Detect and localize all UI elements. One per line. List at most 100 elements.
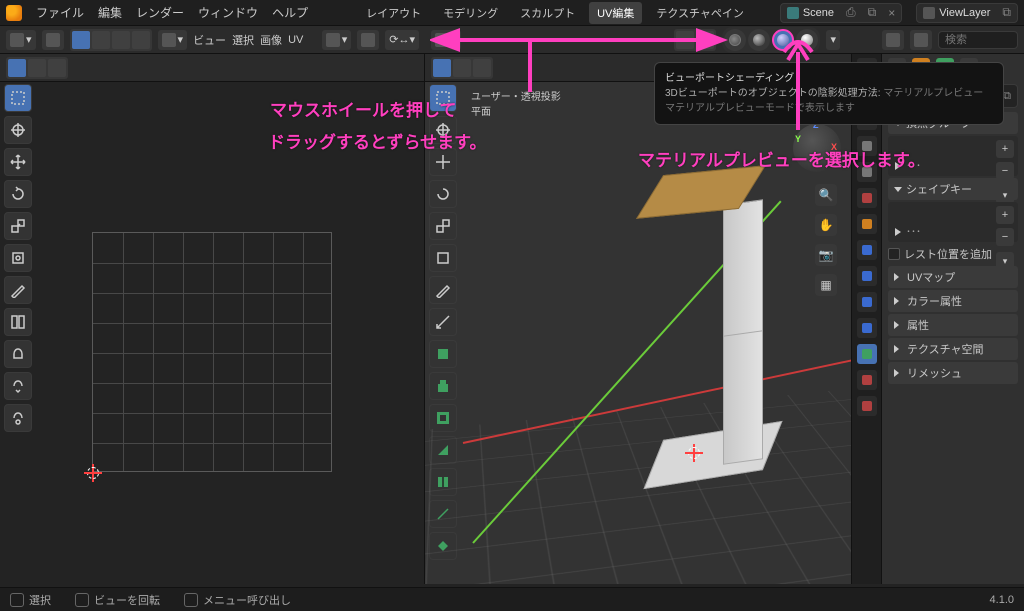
uv-tool-rotate[interactable] xyxy=(4,180,32,208)
shading-options-dropdown[interactable]: ▾ xyxy=(826,30,840,50)
viewport-editor-type-dropdown[interactable]: ▾ xyxy=(431,30,461,50)
vp-tool-measure[interactable] xyxy=(429,308,457,336)
sk-remove-button[interactable]: − xyxy=(996,228,1014,246)
nav-x-icon[interactable]: X xyxy=(831,142,837,152)
navigation-gizmo[interactable]: Z Y X xyxy=(793,124,841,172)
pan-hand-icon[interactable]: ✋ xyxy=(815,214,837,236)
tab-uv-editing[interactable]: UV編集 xyxy=(589,2,642,24)
viewlayer-selector[interactable]: ViewLayer ⧉ xyxy=(916,3,1018,23)
search-input[interactable] xyxy=(938,31,1018,49)
prop-tab-particles[interactable] xyxy=(857,266,877,286)
uv-menu-view[interactable]: ビュー xyxy=(193,32,226,48)
shading-solid-button[interactable] xyxy=(748,29,770,51)
uv-display-btn1[interactable] xyxy=(8,59,26,77)
menu-file[interactable]: ファイル xyxy=(36,4,84,21)
sk-add-button[interactable]: + xyxy=(996,206,1014,224)
uv-tool-grab[interactable] xyxy=(4,340,32,368)
perspective-toggle-icon[interactable]: ▦ xyxy=(815,274,837,296)
vp-display-btn1[interactable] xyxy=(433,59,451,77)
uv-tool-move[interactable] xyxy=(4,148,32,176)
vp-tool-select-box[interactable] xyxy=(429,84,457,112)
scene-pin-icon[interactable]: ⎙ xyxy=(846,5,856,20)
vp-tool-scale[interactable] xyxy=(429,212,457,240)
uv-tool-relax[interactable] xyxy=(4,372,32,400)
uv-tool-pinch[interactable] xyxy=(4,404,32,432)
shading-wireframe-button[interactable] xyxy=(724,29,746,51)
scene-close-icon[interactable]: × xyxy=(888,6,895,20)
uv-edge-select-button[interactable] xyxy=(92,31,110,49)
viewlayer-new-icon[interactable]: ⧉ xyxy=(1002,5,1011,20)
uv-proportional-dropdown[interactable]: ⟳↔▾ xyxy=(385,30,419,50)
uv-pivot-dropdown[interactable]: ▾ xyxy=(322,30,352,50)
vg-add-button[interactable]: + xyxy=(996,140,1014,158)
shading-rendered-button[interactable] xyxy=(796,29,818,51)
uv-tool-annotate[interactable] xyxy=(4,276,32,304)
vp-tool-transform[interactable] xyxy=(429,244,457,272)
prop-tab-texture[interactable] xyxy=(857,396,877,416)
uv-sticky-dropdown[interactable]: ▾ xyxy=(158,30,188,50)
prop-tab-scene[interactable] xyxy=(857,162,877,182)
uv-editor-type-dropdown[interactable]: ▾ xyxy=(6,30,36,50)
tab-modeling[interactable]: モデリング xyxy=(435,2,506,24)
tab-texture-paint[interactable]: テクスチャペイン xyxy=(648,2,752,24)
scene-selector[interactable]: Scene ⎙ ⧉ × xyxy=(780,3,902,23)
uv-canvas[interactable] xyxy=(38,82,424,584)
uv-menu-uv[interactable]: UV xyxy=(288,34,303,46)
uv-display-btn3[interactable] xyxy=(48,59,66,77)
uv-tool-rip[interactable] xyxy=(4,308,32,336)
prop-tab-material[interactable] xyxy=(857,370,877,390)
tab-sculpt[interactable]: スカルプト xyxy=(512,2,583,24)
mesh-plane-vertical[interactable] xyxy=(723,199,763,465)
uv-vertex-select-button[interactable] xyxy=(72,31,90,49)
menu-help[interactable]: ヘルプ xyxy=(272,4,308,21)
camera-view-icon[interactable]: 📷 xyxy=(815,244,837,266)
outliner-new-collection-button[interactable] xyxy=(910,30,932,50)
overlay-toggle-button[interactable] xyxy=(696,31,714,49)
nav-y-icon[interactable]: Y xyxy=(795,134,801,144)
outliner-filter-button[interactable] xyxy=(882,30,904,50)
scene-new-icon[interactable]: ⧉ xyxy=(868,5,877,20)
sk-menu-button[interactable]: ▾ xyxy=(996,252,1014,270)
prop-tab-world[interactable] xyxy=(857,188,877,208)
vp-display-btn3[interactable] xyxy=(473,59,491,77)
prop-tab-physics[interactable] xyxy=(857,292,877,312)
menu-render[interactable]: レンダー xyxy=(136,4,184,21)
uv-tool-select-box[interactable] xyxy=(4,84,32,112)
uv-sync-button[interactable] xyxy=(42,30,64,50)
menu-window[interactable]: ウィンドウ xyxy=(198,4,258,21)
uv-tool-transform[interactable] xyxy=(4,244,32,272)
uv-tool-cursor[interactable] xyxy=(4,116,32,144)
uv-tool-scale[interactable] xyxy=(4,212,32,240)
uv-island-select-button[interactable] xyxy=(132,31,150,49)
uv-snap-button[interactable] xyxy=(357,30,379,50)
uv-menu-select[interactable]: 選択 xyxy=(232,32,254,48)
vp-tool-cursor[interactable] xyxy=(429,116,457,144)
shading-material-preview-button[interactable] xyxy=(772,29,794,51)
vp-tool-move[interactable] xyxy=(429,148,457,176)
prop-tab-data[interactable] xyxy=(857,344,877,364)
vp-tool-annotate[interactable] xyxy=(429,276,457,304)
prop-tab-viewlayer[interactable] xyxy=(857,136,877,156)
zoom-icon[interactable]: 🔍 xyxy=(815,184,837,206)
uv-display-btn2[interactable] xyxy=(28,59,46,77)
vg-remove-button[interactable]: − xyxy=(996,162,1014,180)
tab-layout[interactable]: レイアウト xyxy=(358,2,429,24)
uv-menu-image[interactable]: 画像 xyxy=(260,32,282,48)
prop-tab-constraints[interactable] xyxy=(857,318,877,338)
menu-edit[interactable]: 編集 xyxy=(98,4,122,21)
vp-tool-extrude[interactable] xyxy=(429,372,457,400)
vp-display-btn2[interactable] xyxy=(453,59,471,77)
prop-tab-modifiers[interactable] xyxy=(857,240,877,260)
prop-tab-object[interactable] xyxy=(857,214,877,234)
gizmo-toggle-button[interactable] xyxy=(676,31,694,49)
vp-tool-add-cube[interactable] xyxy=(429,340,457,368)
uv-face-select-button[interactable] xyxy=(112,31,130,49)
mesh-users-icon[interactable]: ⧉ xyxy=(1003,90,1011,103)
section-colorattr-header[interactable]: カラー属性 xyxy=(888,290,1018,312)
section-texspace-header[interactable]: テクスチャ空間 xyxy=(888,338,1018,360)
vp-tool-rotate[interactable] xyxy=(429,180,457,208)
section-attr-header[interactable]: 属性 xyxy=(888,314,1018,336)
rest-position-checkbox[interactable] xyxy=(888,248,900,260)
viewport-3d-scene[interactable] xyxy=(463,82,851,584)
section-remesh-header[interactable]: リメッシュ xyxy=(888,362,1018,384)
